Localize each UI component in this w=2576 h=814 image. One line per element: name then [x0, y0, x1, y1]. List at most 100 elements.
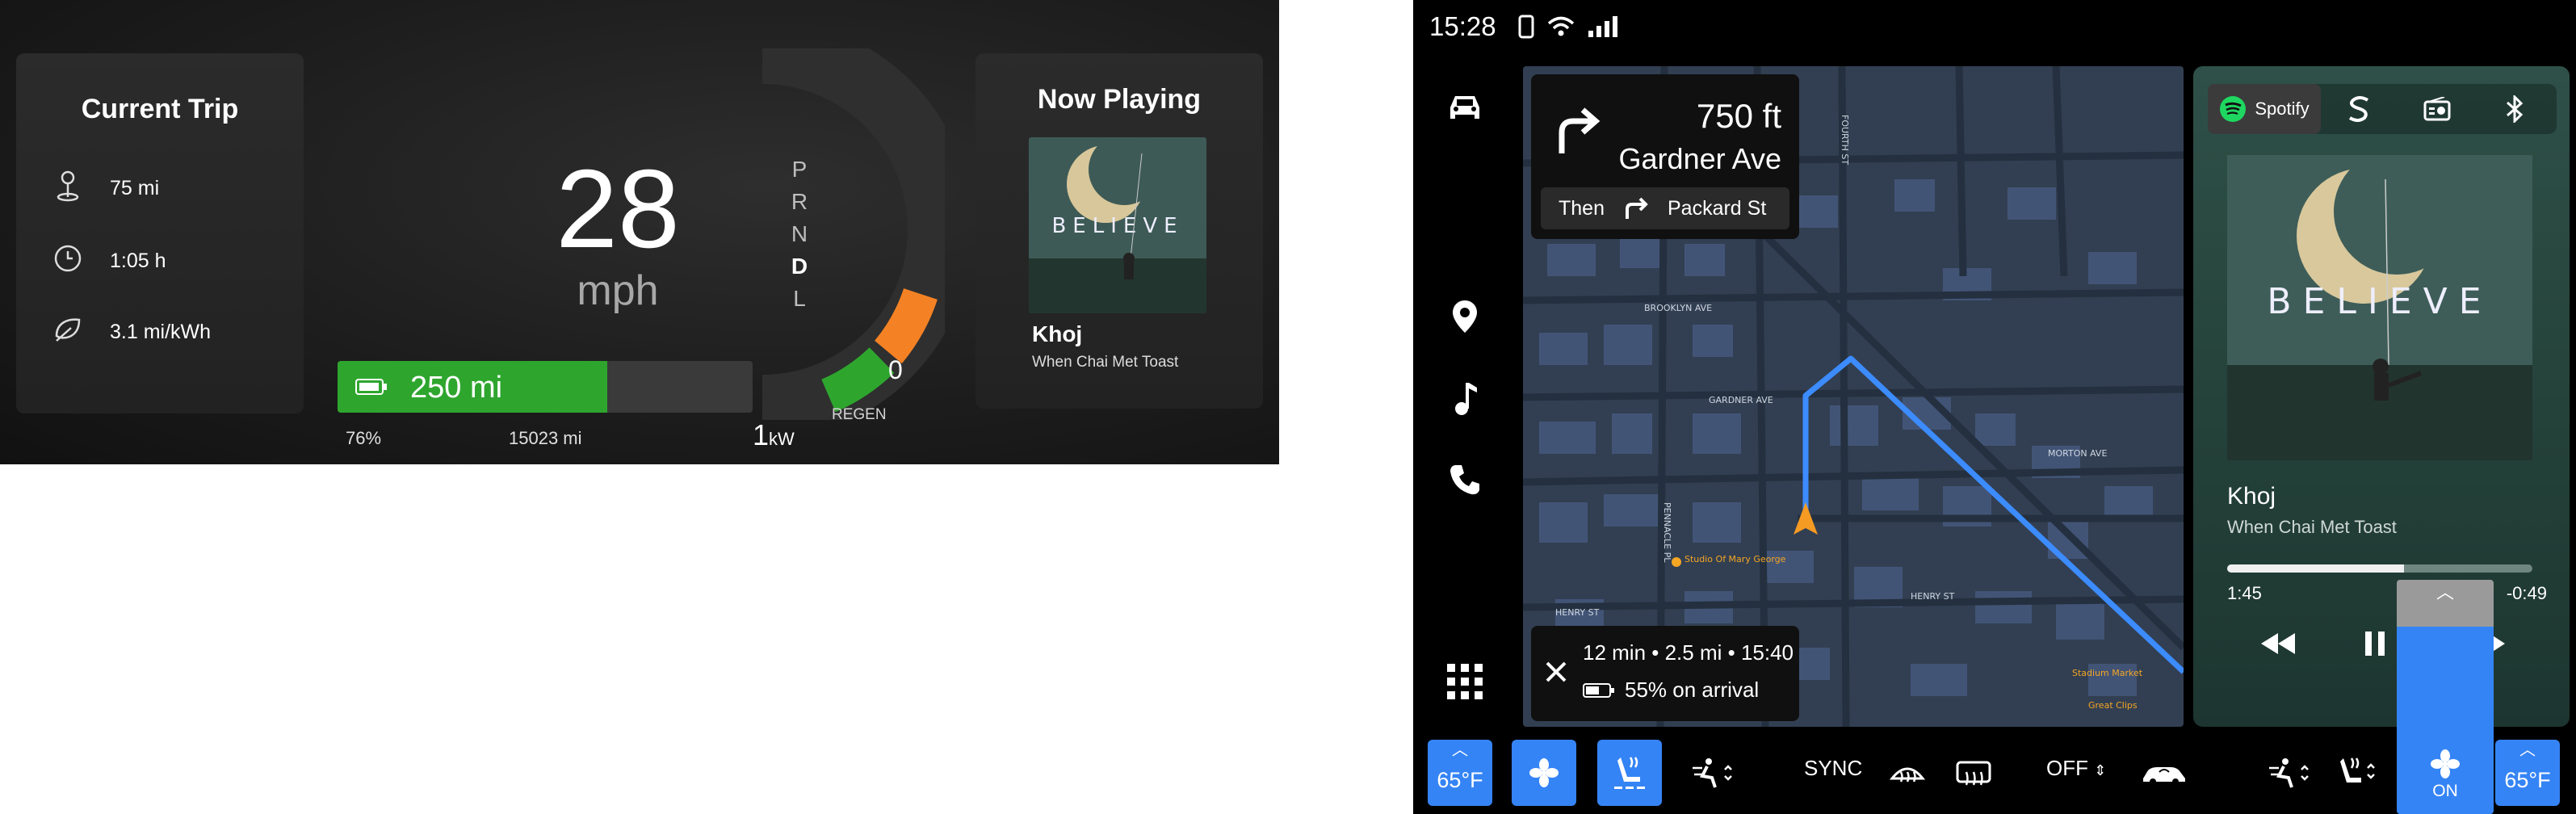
close-navigation-icon[interactable] [1542, 658, 1570, 686]
spotify-source-button[interactable]: Spotify [2208, 84, 2321, 134]
previous-track-icon[interactable] [2258, 631, 2298, 656]
location-pin-icon[interactable] [1441, 292, 1489, 341]
radio-source-button[interactable] [2398, 84, 2476, 134]
trip-distance-icon [50, 168, 86, 209]
rear-defrost-icon [1956, 761, 1991, 786]
battery-range-bar: 250 mi [338, 361, 753, 413]
map-label-pennacle: PENNACLE PL [1662, 502, 1672, 563]
front-defrost-icon [1889, 767, 1926, 783]
passenger-airflow-button[interactable] [2258, 740, 2322, 806]
arrival-battery: 55% on arrival [1583, 678, 1759, 703]
fan-button[interactable] [1512, 740, 1576, 806]
battery-icon [355, 379, 387, 395]
phone-connected-icon [1518, 15, 1534, 39]
signal-icon [1588, 16, 1617, 37]
now-playing-title: Now Playing [1037, 84, 1202, 115]
ac-off-chevrons-icon: ⇕ [2094, 762, 2107, 778]
map-poi-stadium: Stadium Market [2072, 668, 2143, 678]
spotify-source-label: Spotify [2255, 99, 2310, 119]
driver-temp-value: 65°F [1437, 768, 1483, 792]
clock-icon [50, 241, 86, 282]
eta-summary: 12 min • 2.5 mi • 15:40 [1583, 640, 1794, 665]
media-panel: Spotify BELIEVE Khoj When Chai Met Toast… [2193, 66, 2570, 727]
app-rail [1413, 66, 1521, 728]
playback-progress-bar[interactable] [2227, 564, 2532, 573]
music-note-icon[interactable] [1441, 375, 1489, 423]
speed-value: 28 [556, 147, 680, 271]
passenger-temp-value: 65°F [2504, 768, 2551, 792]
siriusxm-source-button[interactable] [2321, 84, 2398, 134]
recirculation-car-icon [2143, 767, 2185, 785]
map-label-morton: MORTON AVE [2048, 448, 2107, 459]
turn-street: Gardner Ave [1618, 142, 1781, 175]
gear-selector: P R N D L [783, 153, 816, 315]
ac-off-button[interactable]: OFF ⇕ [2046, 756, 2106, 781]
turn-distance: 750 ft [1696, 97, 1781, 135]
media-album-art: BELIEVE [2227, 155, 2532, 460]
power-scale-unit: kW [769, 429, 795, 449]
remaining-time: -0:49 [2506, 583, 2547, 603]
apps-grid-icon[interactable] [1441, 657, 1489, 706]
siriusxm-icon [2348, 96, 2369, 122]
trip-distance-value: 75 mi [110, 177, 160, 199]
trip-duration-row: 1:05 h [50, 241, 166, 282]
rear-defrost-button[interactable] [1941, 740, 2006, 806]
power-scale-label: 1kW [753, 418, 795, 452]
map-label-gardner: GARDNER AVE [1709, 395, 1773, 405]
map-label-fourth: FOURTH ST [1840, 115, 1850, 165]
bluetooth-icon [2507, 95, 2524, 123]
ac-off-label: OFF [2046, 756, 2088, 780]
pause-icon[interactable] [2363, 630, 2387, 657]
radio-icon [2423, 97, 2451, 121]
wifi-icon [1547, 16, 1575, 36]
seat-heat-icon [1614, 757, 1645, 789]
album-art: BELIEVE [1029, 137, 1206, 313]
turn-instruction-card[interactable]: 750 ft Gardner Ave Then Packard St [1531, 74, 1799, 239]
trip-title: Current Trip [81, 94, 239, 124]
front-defrost-button[interactable] [1875, 740, 1940, 806]
power-scale-value: 1 [753, 418, 770, 451]
airflow-person-icon [1693, 758, 1732, 788]
speed-unit: mph [577, 267, 659, 314]
media-source-bar: Spotify [2208, 84, 2557, 134]
gear-p: P [791, 157, 808, 182]
chevron-up-icon: ︿ [2519, 741, 2536, 759]
fan-slider-chevron: ︿ [2397, 580, 2494, 627]
recirculation-button[interactable] [2132, 740, 2196, 806]
arrival-battery-text: 55% on arrival [1625, 678, 1760, 702]
next-turn-right-icon [1625, 197, 1648, 219]
trip-efficiency-value: 3.1 mi/kWh [110, 321, 212, 343]
driver-temp-button[interactable]: ︿ 65°F [1428, 740, 1492, 806]
map-poi-clips: Great Clips [2088, 700, 2138, 711]
now-playing-panel: Now Playing BELIEVE Khoj When Chai Met T… [975, 53, 1263, 409]
car-icon[interactable] [1441, 84, 1489, 132]
arrival-battery-icon [1583, 682, 1614, 698]
trip-duration-value: 1:05 h [110, 250, 166, 272]
chevron-up-icon: ︿ [1452, 741, 1468, 759]
odometer: 15023 mi [509, 428, 582, 448]
media-artist: When Chai Met Toast [2227, 517, 2397, 537]
bluetooth-source-button[interactable] [2476, 84, 2553, 134]
status-icons [1518, 15, 1618, 39]
center-display: 15:28 BROOKLYN AVE GARDNER AVE MORTON AV… [1413, 0, 2576, 814]
media-song-title: Khoj [2227, 483, 2276, 510]
power-zero-label: 0 [888, 355, 903, 384]
sync-button[interactable]: SYNC [1804, 756, 1862, 781]
passenger-seat-heat-button[interactable] [2324, 740, 2389, 806]
status-time: 15:28 [1429, 11, 1496, 41]
map-label-brooklyn: BROOKLYN AVE [1644, 303, 1712, 313]
now-playing-song: Khoj [1032, 321, 1083, 346]
driver-airflow-button[interactable] [1681, 740, 1746, 806]
album-art-text: BELIEVE [1051, 214, 1183, 238]
seat-heat-icon [2340, 757, 2375, 783]
gear-n: N [791, 221, 808, 246]
driver-seat-heat-button[interactable] [1597, 740, 1662, 806]
gear-l: L [793, 286, 806, 311]
climate-bar: ︿ 65°F SYNC OFF ⇕ ︿ 65°F [1413, 733, 2576, 814]
media-album-art-text: BELIEVE [2267, 281, 2492, 322]
then-label: Then [1559, 196, 1605, 220]
battery-percent: 76% [346, 428, 382, 448]
passenger-temp-button[interactable]: ︿ 65°F [2495, 740, 2560, 806]
regen-label: REGEN [832, 406, 887, 423]
phone-icon[interactable] [1441, 455, 1489, 504]
